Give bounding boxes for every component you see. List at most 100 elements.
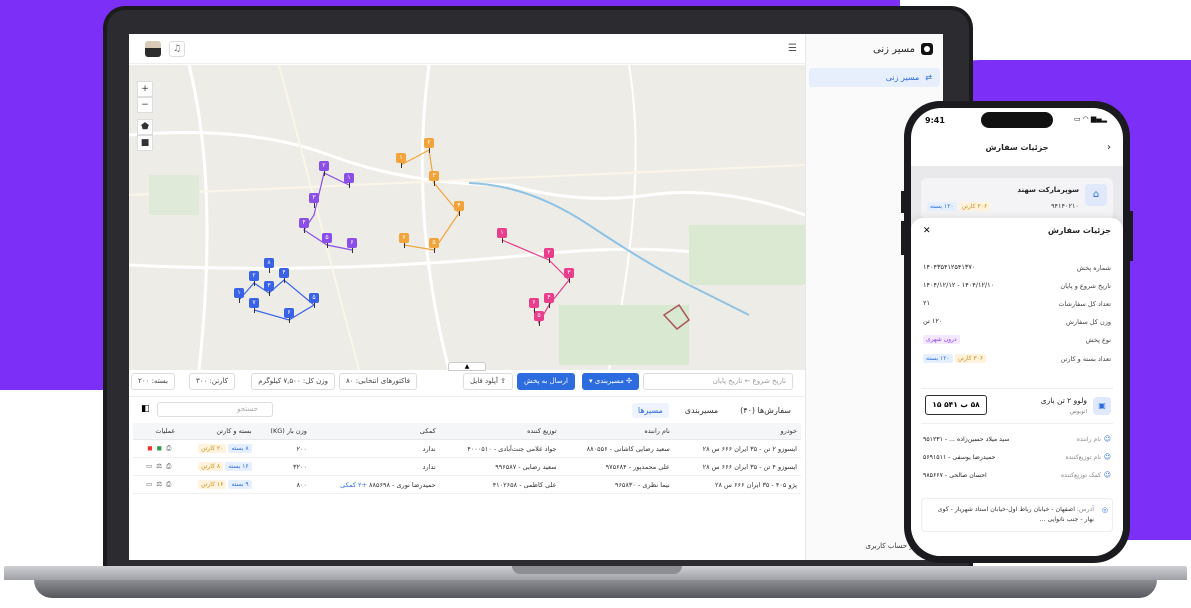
- logo-icon: [921, 43, 933, 55]
- map-marker-blue[interactable]: ۲: [249, 271, 259, 281]
- collapse-map-button[interactable]: ▲: [448, 362, 486, 371]
- map-marker-pink[interactable]: ۶: [529, 298, 539, 308]
- selected-invoices: فاکتورهای انتخابی: ۸۰: [338, 373, 417, 390]
- map-marker-pin: [268, 291, 270, 296]
- close-icon[interactable]: ✕: [923, 226, 931, 236]
- map-marker-pink[interactable]: ۳: [564, 268, 574, 278]
- map-marker-orange[interactable]: ۴: [454, 201, 464, 211]
- map-marker-purple[interactable]: ۲: [319, 161, 329, 171]
- map-marker-pin: [548, 303, 550, 308]
- map-marker-purple[interactable]: ۵: [322, 233, 332, 243]
- signal-wifi-battery-icon: ▂▄▆ ◠ ▭: [1073, 115, 1107, 123]
- store-card[interactable]: ⌂ سوپرمارکت سهند ۹۴۱۴۰۲۱۰ ۳۰۶ کارتن ۱۲۰ …: [921, 178, 1113, 220]
- map-marker-blue[interactable]: ۷: [249, 298, 259, 308]
- map-marker-pink[interactable]: ۵: [534, 311, 544, 321]
- table-row[interactable]: پژو ۴۰۵ - ۳۵ ایران ۶۶۶ س ۲۸ نیما نظری - …: [133, 475, 801, 494]
- menu-icon[interactable]: ☰: [788, 43, 797, 54]
- cell-weight: ۸۰۰: [255, 475, 311, 494]
- cell-helper: حمیدرضا نوری - ۸۸۵۶۹۸ +۲ کمکی: [310, 475, 440, 494]
- action-toolbar: تاریخ شروع ← تاریخ پایان ✣ مسیربندی ▾ ار…: [129, 371, 805, 393]
- map-marker-pin: [313, 203, 315, 208]
- sidebar-item-label: مسیر زنی: [885, 73, 920, 82]
- map-marker-pink[interactable]: ۴: [544, 293, 554, 303]
- car-icon: ◼: [147, 444, 157, 452]
- cell-helper: ندارد: [310, 439, 440, 458]
- package-count: بسته: ۲۰۰: [131, 373, 175, 390]
- cell-distributor: جواد غلامی جنت‌آبادی - ۴۰۰۰۵۱۰: [439, 439, 561, 458]
- map-marker-orange[interactable]: ۲: [424, 138, 434, 148]
- map-marker-pink[interactable]: ۱: [497, 228, 507, 238]
- cell-vehicle: ایسوزو ۲ تن - ۳۵ ایران ۶۶۶ س ۲۸: [673, 439, 801, 458]
- store-package: ۱۲۰ بسته: [927, 202, 957, 211]
- map-marker-blue[interactable]: ۴: [279, 268, 289, 278]
- map-marker-pin: [548, 258, 550, 263]
- orders-panel: سفارش‌ها (۴۰) مسیربندی مسیرها جستجو ◧ خو…: [129, 396, 805, 560]
- map-marker-purple[interactable]: ۶: [347, 238, 357, 248]
- col-helper: کمکی: [310, 423, 440, 440]
- sidebar-item-routing[interactable]: ⇄ مسیر زنی: [809, 68, 940, 87]
- map-marker-pin: [268, 268, 270, 273]
- person-row: ☺ نام راننده سید میلاد حسین‌زاده ... - ۹۵۱…: [923, 435, 1111, 443]
- map-marker-orange[interactable]: ۳: [429, 171, 439, 181]
- map-marker-blue[interactable]: ۳: [264, 281, 274, 291]
- map-marker-pink[interactable]: ۲: [544, 248, 554, 258]
- avatar[interactable]: [145, 41, 161, 57]
- back-icon[interactable]: ‹: [1107, 136, 1111, 160]
- cell-weight: ۳۲۰۰: [255, 457, 311, 476]
- status-time: 9:41: [925, 116, 945, 125]
- draw-rectangle-button[interactable]: ■: [137, 135, 153, 151]
- map[interactable]: + − ⬟ ■ ۱۲۳۴۵۶۱۲۳۴۵۶۱۲۳۴۵۶۱۲۳۴۵۶۷۸: [129, 65, 805, 370]
- cell-actions[interactable]: ⎙◼◼: [133, 439, 180, 458]
- map-marker-blue[interactable]: ۸: [264, 258, 274, 268]
- map-marker-purple[interactable]: ۳: [309, 193, 319, 203]
- phone-header-title: جزئیات سفارش: [985, 143, 1049, 152]
- upload-file-button[interactable]: ⇪ آپلود فایل: [463, 373, 513, 390]
- tab-orders[interactable]: سفارش‌ها (۴۰): [734, 403, 797, 418]
- person-row: ☺ کمک توزیع‌کننده احسان صالحی - ۹۸۵۶۶۷: [923, 471, 1111, 479]
- panel-toggle-icon[interactable]: ◧: [141, 404, 150, 414]
- zoom-out-button[interactable]: −: [137, 97, 153, 113]
- col-package: بسته و کارتن: [179, 423, 256, 440]
- map-marker-pin: [400, 163, 402, 168]
- cell-actions[interactable]: ⎙⚖▭: [133, 475, 180, 494]
- date-range-input[interactable]: تاریخ شروع ← تاریخ پایان: [643, 373, 793, 390]
- vehicle-card[interactable]: ▣ ولوو ۲ تن باری اتوبوس ۵۸ ب ۵۴۱ ۱۵: [921, 388, 1113, 424]
- app-name: مسیر زنی: [873, 43, 915, 55]
- map-marker-pin: [433, 181, 435, 186]
- user-icon: ☺: [1103, 435, 1111, 443]
- zoom-in-button[interactable]: +: [137, 81, 153, 97]
- map-marker-purple[interactable]: ۱: [344, 173, 354, 183]
- laptop-base: [4, 566, 1187, 602]
- cell-actions[interactable]: ⎙⚖▭: [133, 457, 180, 476]
- map-marker-blue[interactable]: ۱: [234, 288, 244, 298]
- table-row[interactable]: ایسوزو ۲ تن - ۳۵ ایران ۶۶۶ س ۲۸ سعید رضا…: [133, 439, 801, 458]
- map-marker-purple[interactable]: ۴: [299, 218, 309, 228]
- routes-table: خودرو نام راننده توزیع کننده کمکی وزن با…: [133, 423, 801, 494]
- route-icon: ⇄: [925, 73, 932, 82]
- map-marker-orange[interactable]: ۱: [396, 153, 406, 163]
- bell-icon[interactable]: ♫: [169, 41, 185, 57]
- map-marker-pin: [313, 303, 315, 308]
- map-marker-orange[interactable]: ۶: [399, 233, 409, 243]
- map-marker-orange[interactable]: ۵: [429, 238, 439, 248]
- map-marker-pin: [253, 308, 255, 313]
- map-marker-pin: [501, 238, 503, 243]
- location-icon: ◎: [1101, 506, 1108, 514]
- send-to-distribution-button[interactable]: ارسال به پخش: [517, 373, 575, 390]
- routing-button[interactable]: ✣ مسیربندی ▾: [581, 373, 639, 390]
- map-marker-blue[interactable]: ۶: [284, 308, 294, 318]
- tab-routing[interactable]: مسیربندی: [679, 403, 724, 418]
- dynamic-island: [981, 112, 1053, 128]
- cell-distributor: سعید رضایی - ۹۹۶۵۸۷: [439, 457, 561, 476]
- tab-routes[interactable]: مسیرها: [631, 403, 669, 418]
- map-marker-pin: [288, 318, 290, 323]
- table-row[interactable]: ایسوزو ۴ تن - ۳۵ ایران ۶۶۶ س ۲۸ علی محمد…: [133, 457, 801, 476]
- print-icon: ⎙: [166, 480, 176, 488]
- scale-icon: ⚖: [156, 462, 167, 470]
- total-weight: وزن کل: ۷,۵۰۰ کیلوگرم: [251, 373, 335, 390]
- field-row: شماره پخش ۱۴۰۴۳۵۴۱۲۵۴۱۳۷۰: [923, 263, 1111, 272]
- car-icon: ▭: [146, 480, 157, 488]
- draw-polygon-button[interactable]: ⬟: [137, 119, 153, 135]
- map-marker-blue[interactable]: ۵: [309, 293, 319, 303]
- search-input[interactable]: جستجو: [157, 402, 273, 417]
